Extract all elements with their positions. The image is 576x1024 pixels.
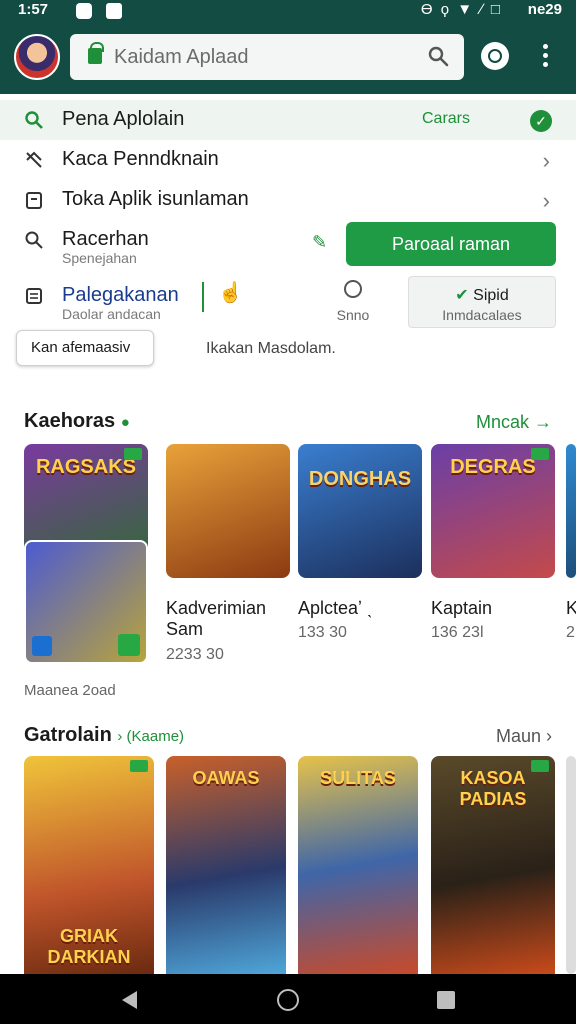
card-art-title: SULITAS <box>320 768 396 788</box>
badge-icon <box>531 760 549 772</box>
speed-tool-button[interactable]: ✔ Sipid Inmdacalaes <box>408 276 556 328</box>
install-button[interactable]: Paroaal raman <box>346 222 556 266</box>
menu-item-label: Kaca Penndknain <box>62 148 219 170</box>
status-bar: 1:57 ϴ ϙ ▼ ∕ □ ne29 <box>0 0 576 22</box>
battery-indicator: ne29 <box>527 1 562 18</box>
more-menu-icon[interactable] <box>536 44 554 72</box>
search-icon[interactable] <box>426 44 450 68</box>
hand-icon[interactable]: ☝ <box>218 280 243 305</box>
badge-icon <box>130 760 148 772</box>
app-card[interactable]: DONGHAS <box>298 444 422 578</box>
menu-item-label: Racerhan <box>62 228 149 250</box>
app-name[interactable]: Kaptain <box>431 598 492 619</box>
card-art-title: KASOA PADIAS <box>459 768 527 809</box>
section-title-text: Kaehoras <box>24 410 116 432</box>
menu-item-label: Palegakanan <box>62 284 179 306</box>
notification-icon <box>106 3 122 19</box>
see-more-link[interactable]: Mncak → <box>476 412 552 433</box>
card-art-title: OAWAS <box>192 768 260 788</box>
speed-tool-sub: Inmdacalaes <box>442 307 522 323</box>
menu-item-badge[interactable]: Carars <box>422 110 470 128</box>
badge-icon <box>531 448 549 460</box>
section-title: Gatrolain › (Kaame) <box>24 724 184 747</box>
back-icon[interactable] <box>122 991 137 1009</box>
edit-icon[interactable]: ✎ <box>312 232 332 252</box>
lock-icon <box>88 42 104 64</box>
search-icon <box>25 111 43 129</box>
search-history-icon <box>25 231 43 249</box>
card-art-title: DONGHAS <box>308 468 412 490</box>
badge-icon <box>32 636 52 656</box>
app-card[interactable] <box>566 756 576 974</box>
account-icon[interactable] <box>481 42 509 70</box>
check-icon <box>118 634 140 656</box>
top-app-bar: Kaidam Aplaad <box>0 22 576 94</box>
app-card[interactable]: OAWAS <box>166 756 286 974</box>
avatar[interactable] <box>14 34 60 80</box>
tooltip-text: Kan afemaasiv <box>31 339 131 356</box>
status-time: 1:57 <box>18 1 49 18</box>
recents-icon[interactable] <box>437 991 455 1009</box>
card-art-title: GRIAK DARKIAN <box>47 926 131 967</box>
see-more-link[interactable]: Maun › <box>496 726 552 747</box>
list-icon <box>26 288 42 304</box>
timer-icon <box>344 280 362 298</box>
timer-tool[interactable]: Snno <box>322 280 384 323</box>
app-card[interactable]: GRIAK DARKIAN <box>24 756 154 974</box>
speed-tool-title: Sipid <box>473 287 509 304</box>
check-icon: ✔ <box>455 287 469 304</box>
menu-item-sub: Spenejahan <box>62 250 137 266</box>
app-card[interactable] <box>166 444 290 578</box>
chevron-right-icon: › <box>542 148 550 173</box>
menu-item-kaca[interactable]: Kaca Penndknain › <box>0 140 576 180</box>
app-meta: 2233 30 <box>166 646 224 663</box>
search-input[interactable]: Kaidam Aplaad <box>70 34 464 80</box>
app-card[interactable]: KASOA PADIAS <box>431 756 555 974</box>
menu-item-label: Pena Aplolain <box>62 108 185 130</box>
section-badge[interactable]: › (Kaame) <box>117 728 184 745</box>
menu-item-toka[interactable]: Toka Aplik isunlaman › <box>0 180 576 220</box>
divider <box>202 282 204 312</box>
menu-item-label: Toka Aplik isunlaman <box>62 188 249 210</box>
tag-icon <box>26 151 42 168</box>
notification-icon <box>76 3 92 19</box>
status-icons: ϴ ϙ ▼ ∕ □ <box>420 1 502 18</box>
tooltip-popup[interactable]: Kan afemaasiv <box>16 330 154 366</box>
app-name[interactable]: K <box>566 598 576 619</box>
menu-item-pena-aplolain[interactable]: Pena Aplolain Carars ✓ <box>0 100 576 140</box>
app-card[interactable] <box>566 444 576 578</box>
app-name[interactable]: Kadverimian Sam <box>166 598 290 640</box>
app-meta: 136 23l <box>431 624 484 641</box>
install-button-label: Paroaal raman <box>391 234 511 254</box>
document-icon <box>26 192 42 209</box>
app-card[interactable]: SULITAS <box>298 756 418 974</box>
menu-item-sub: Daolar andacan <box>62 306 161 322</box>
verified-icon: ● <box>120 414 130 431</box>
section-title: Kaehoras ● <box>24 410 130 433</box>
app-name[interactable]: Aplcteaʼ ˎ <box>298 598 373 619</box>
timer-tool-label: Snno <box>336 307 370 323</box>
home-icon[interactable] <box>277 989 299 1011</box>
section-footer-text: Maanea 2oad <box>24 682 116 699</box>
app-card[interactable] <box>24 540 148 664</box>
search-input-value: Kaidam Aplaad <box>114 46 249 68</box>
system-nav-bar <box>0 974 576 1024</box>
app-meta: 133 30 <box>298 624 347 641</box>
chevron-right-icon: › <box>542 188 550 213</box>
badge-icon <box>124 448 142 460</box>
section-title-text: Gatrolain <box>24 724 112 746</box>
check-icon: ✓ <box>530 110 552 132</box>
app-meta: 2 <box>566 624 575 641</box>
tooltip-side-text: Ikakan Masdolam. <box>206 340 336 357</box>
app-card[interactable]: DEGRAS <box>431 444 555 578</box>
